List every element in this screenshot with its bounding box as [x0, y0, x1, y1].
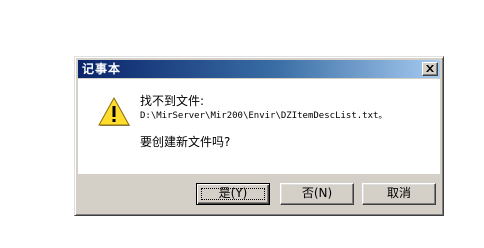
cancel-button[interactable]: 取消: [362, 183, 436, 205]
message-dialog: 记事本 找不到文件: D:\MirServer\Mir200\Envir\DZI…: [74, 56, 444, 216]
yes-button-label: 是(Y): [218, 186, 248, 200]
close-icon: [426, 65, 434, 72]
cancel-button-label: 取消: [386, 186, 411, 200]
warning-triangle-icon: [98, 97, 130, 126]
create-prompt-text: 要创建新文件吗?: [140, 135, 231, 149]
yes-button[interactable]: 是(Y): [196, 183, 270, 205]
window-title: 记事本: [82, 62, 122, 76]
message-line: 找不到文件:: [140, 94, 205, 108]
no-button-label: 否(N): [301, 186, 333, 200]
title-bar[interactable]: 记事本: [78, 60, 440, 78]
close-button[interactable]: [422, 62, 438, 76]
no-button[interactable]: 否(N): [280, 183, 354, 205]
message-area: 找不到文件: D:\MirServer\Mir200\Envir\DZItemD…: [78, 79, 440, 174]
file-path-text: D:\MirServer\Mir200\Envir\DZItemDescList…: [140, 111, 388, 121]
